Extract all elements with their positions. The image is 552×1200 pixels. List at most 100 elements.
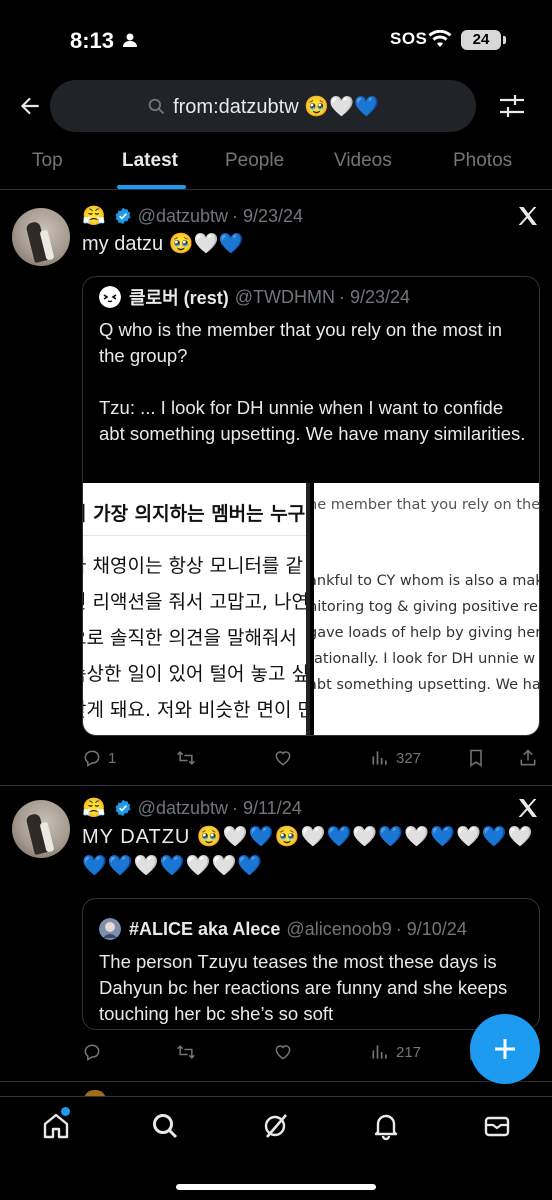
tab-people[interactable]: People — [225, 150, 284, 172]
tab-latest[interactable]: Latest — [122, 150, 178, 172]
quote-media[interactable]: 서 가장 의지하는 멤버는 누구 나 채영이는 항상 모니터를 같 인 리액션을… — [83, 483, 540, 735]
media-text-line: nitoring tog & giving positive rea — [314, 599, 540, 615]
compose-icon — [495, 1039, 515, 1059]
media-text-line: he member that you rely on the — [314, 497, 540, 513]
verified-badge-icon — [115, 799, 131, 817]
reply-count: 1 — [108, 749, 117, 767]
quote-display-name: 클로버 (rest) — [129, 288, 229, 308]
repost-button[interactable] — [176, 746, 202, 770]
home-indicator — [176, 1184, 376, 1190]
quote-header: 클로버 (rest) @TWDHMN · 9/23/24 — [99, 285, 410, 309]
tab-videos[interactable]: Videos — [334, 150, 392, 172]
quoted-post[interactable]: #ALICE aka Alece @alicenoob9 · 9/10/24 T… — [82, 898, 540, 1030]
tab-top[interactable]: Top — [32, 150, 63, 172]
post[interactable]: 😤 @datzubtw · 9/23/24 my datzu 🥹🤍💙 클로버 (… — [0, 192, 552, 786]
media-image-korean[interactable]: 서 가장 의지하는 멤버는 누구 나 채영이는 항상 모니터를 같 인 리액션을… — [83, 483, 310, 735]
post-text: my datzu 🥹🤍💙 — [82, 233, 244, 255]
avatar[interactable] — [12, 800, 70, 858]
media-text-line: 속상한 일이 있어 털어 놓고 싶을 — [83, 663, 310, 685]
media-text-line: 나 채영이는 항상 모니터를 같 — [83, 555, 303, 577]
status-bar: 8:13 SOS 24 — [0, 0, 552, 80]
display-name-emoji[interactable]: 😤 — [82, 204, 106, 228]
quote-avatar — [99, 918, 121, 940]
repost-icon — [177, 751, 195, 765]
post-header: 😤 @datzubtw · 9/23/24 — [82, 203, 303, 229]
grok-icon[interactable] — [261, 1111, 291, 1141]
messages-icon[interactable] — [482, 1111, 512, 1141]
post-actions: 1 327 — [82, 746, 542, 770]
search-icon — [148, 98, 165, 115]
notifications-icon[interactable] — [371, 1111, 401, 1141]
status-sos: SOS — [390, 29, 428, 48]
quote-avatar — [99, 286, 121, 308]
reply-button[interactable] — [82, 1040, 108, 1064]
bookmark-button[interactable] — [466, 746, 486, 770]
post-date: · 9/11/24 — [232, 797, 302, 818]
tab-photos[interactable]: Photos — [453, 150, 512, 172]
quote-handle: @TWDHMN — [234, 286, 335, 307]
back-button[interactable] — [14, 90, 46, 122]
x-logo-icon — [518, 207, 537, 225]
media-text-line: gave loads of help by giving her — [314, 625, 540, 641]
share-icon — [520, 749, 536, 766]
views-icon — [372, 751, 387, 765]
media-text-line: 으로 솔직한 의견을 말해줘서 — [83, 627, 297, 649]
battery-indicator: 24 — [461, 30, 501, 50]
display-name-emoji[interactable]: 😤 — [82, 796, 106, 820]
media-image-english[interactable]: he member that you rely on the ankful to… — [314, 483, 540, 735]
quote-header: #ALICE aka Alece @alicenoob9 · 9/10/24 — [99, 917, 467, 941]
quote-text: The person Tzuyu teases the most these d… — [99, 951, 508, 1024]
views-icon — [372, 1045, 387, 1059]
like-icon — [275, 751, 291, 766]
media-text-line: abt something upsetting. We ha — [314, 677, 540, 693]
home-notification-dot — [61, 1107, 70, 1116]
filter-button[interactable] — [496, 90, 528, 122]
quote-date: · 9/10/24 — [395, 918, 467, 939]
repost-icon — [177, 1045, 195, 1059]
media-text-line: ankful to CY whom is also a mak — [314, 573, 540, 589]
media-text-line: 인 리액션을 줘서 고맙고, 나연 — [83, 591, 309, 613]
quote-display-name: #ALICE aka Alece — [129, 918, 281, 939]
search-field[interactable]: from:datzubtw 🥹🤍💙 — [50, 80, 476, 132]
quote-handle: @alicenoob9 — [286, 918, 392, 939]
bookmark-icon — [470, 749, 482, 767]
active-tab-indicator — [117, 185, 186, 189]
quote-date: · 9/23/24 — [338, 286, 411, 307]
views-button[interactable]: 327 — [370, 746, 421, 770]
back-arrow-icon — [20, 97, 39, 115]
media-text-line: 찾게 돼요. 저와 비슷한 면이 만 — [83, 699, 310, 721]
view-count: 327 — [396, 749, 422, 767]
search-tabs: Top Latest People Videos Photos — [0, 140, 552, 190]
quoted-post[interactable]: 클로버 (rest) @TWDHMN · 9/23/24 Q who is th… — [82, 276, 540, 736]
battery-tip — [503, 36, 506, 44]
wifi-icon — [428, 30, 452, 47]
like-icon — [275, 1045, 291, 1060]
post-header: 😤 @datzubtw · 9/11/24 — [82, 795, 302, 821]
post-date: · 9/23/24 — [232, 205, 304, 226]
like-button[interactable] — [273, 1040, 299, 1064]
reply-icon — [84, 1044, 100, 1061]
person-icon — [123, 33, 137, 47]
reply-button[interactable]: 1 — [82, 746, 116, 770]
like-button[interactable] — [273, 746, 299, 770]
views-button[interactable]: 217 — [370, 1040, 421, 1064]
share-button[interactable] — [518, 746, 538, 770]
quote-text: Q who is the member that you rely on the… — [99, 319, 526, 444]
status-time: 8:13 — [70, 28, 115, 53]
view-count: 217 — [396, 1043, 422, 1061]
verified-badge-icon — [115, 207, 131, 225]
filter-icon — [500, 95, 524, 117]
reply-icon — [84, 750, 100, 767]
repost-button[interactable] — [176, 1040, 202, 1064]
media-text-line: 서 가장 의지하는 멤버는 누구 — [83, 503, 306, 525]
post-handle[interactable]: @datzubtw — [138, 798, 228, 819]
x-logo-icon — [518, 799, 537, 817]
media-text-line: rationally. I look for DH unnie w — [314, 651, 536, 667]
compose-button[interactable] — [470, 1014, 540, 1084]
post[interactable]: 😤 @datzubtw · 9/11/24 MY DATZU 🥹🤍💙🥹🤍💙🤍💙🤍… — [0, 786, 552, 1082]
explore-icon[interactable] — [150, 1111, 180, 1141]
post-text: MY DATZU 🥹🤍💙🥹🤍💙🤍💙🤍💙🤍💙🤍💙💙🤍💙🤍🤍💙 — [82, 826, 534, 877]
avatar[interactable] — [12, 208, 70, 266]
search-query: from:datzubtw 🥹🤍💙 — [173, 95, 379, 118]
post-handle[interactable]: @datzubtw — [138, 206, 228, 227]
